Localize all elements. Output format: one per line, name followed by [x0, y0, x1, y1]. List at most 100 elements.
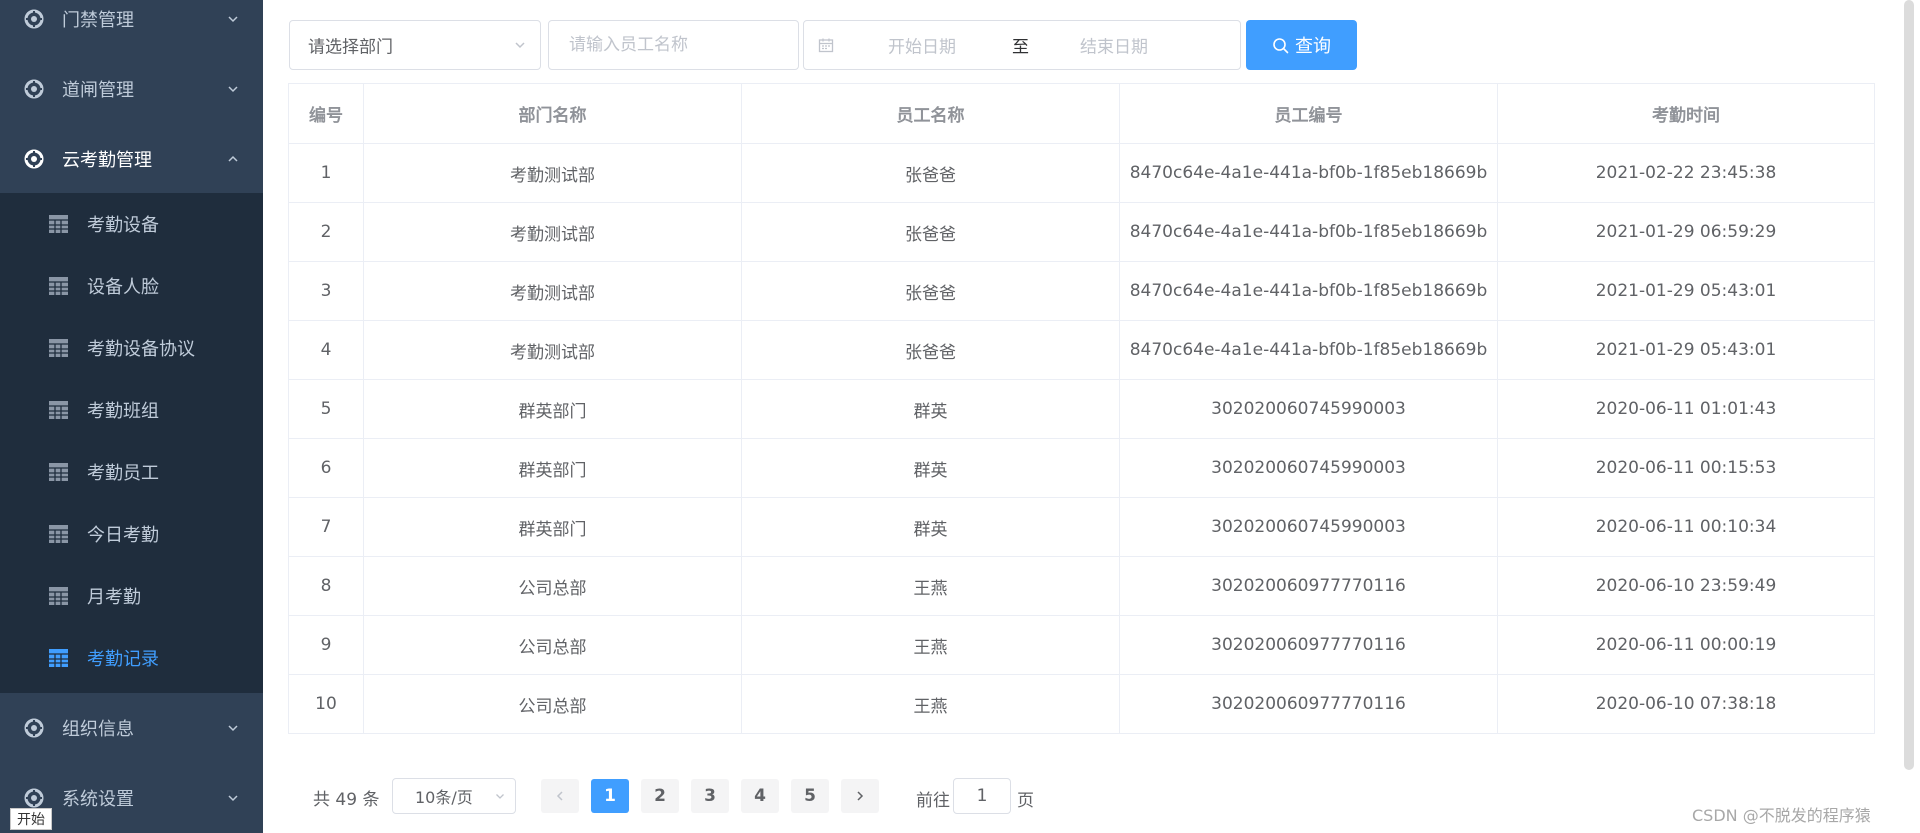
sidebar-item-device-faces[interactable]: 设备人脸	[0, 255, 263, 317]
page-button-1[interactable]: 1	[591, 779, 629, 813]
table-row[interactable]: 1 考勤测试部 张爸爸 8470c64e-4a1e-441a-bf0b-1f85…	[288, 143, 1875, 203]
aperture-icon	[24, 718, 44, 738]
department-select[interactable]: 请选择部门	[289, 20, 541, 70]
sidebar-item-attendance-devices[interactable]: 考勤设备	[0, 193, 263, 255]
column-header-attendance-time: 考勤时间	[1497, 83, 1875, 144]
sidebar-item-label: 今日考勤	[87, 525, 159, 546]
table-row[interactable]: 6 群英部门 群英 302020060745990003 2020-06-11 …	[288, 438, 1875, 498]
menu-label: 组织信息	[62, 719, 134, 740]
menu-label: 道闸管理	[62, 80, 134, 101]
chevron-left-icon	[556, 791, 563, 801]
cell-employee-id: 8470c64e-4a1e-441a-bf0b-1f85eb18669b	[1119, 261, 1498, 321]
menu-cloud-attendance[interactable]: 云考勤管理	[0, 124, 263, 194]
grid-icon	[49, 525, 68, 543]
menu-label: 门禁管理	[62, 10, 134, 31]
page-button-5[interactable]: 5	[791, 779, 829, 813]
sidebar-item-label: 设备人脸	[87, 277, 159, 298]
cell-id: 1	[288, 143, 364, 203]
goto-prefix: 前往	[916, 791, 950, 811]
cell-employee-id: 302020060745990003	[1119, 379, 1498, 439]
cell-id: 5	[288, 379, 364, 439]
grid-icon	[49, 587, 68, 605]
cell-id: 6	[288, 438, 364, 498]
start-button[interactable]: 开始	[10, 808, 52, 830]
query-button-label: 查询	[1295, 36, 1331, 57]
table-row[interactable]: 3 考勤测试部 张爸爸 8470c64e-4a1e-441a-bf0b-1f85…	[288, 261, 1875, 321]
goto-page-input[interactable]: 1	[953, 778, 1011, 814]
table-row[interactable]: 10 公司总部 王燕 302020060977770116 2020-06-10…	[288, 674, 1875, 734]
cell-employee-name: 群英	[741, 497, 1120, 557]
calendar-icon	[818, 38, 834, 53]
cell-attendance-time: 2020-06-10 23:59:49	[1497, 556, 1875, 616]
grid-icon	[49, 401, 68, 419]
cell-employee-id: 302020060745990003	[1119, 497, 1498, 557]
cell-employee-name: 王燕	[741, 556, 1120, 616]
chevron-down-icon	[228, 795, 238, 802]
cell-employee-id: 8470c64e-4a1e-441a-bf0b-1f85eb18669b	[1119, 202, 1498, 262]
sidebar-item-today-attendance[interactable]: 今日考勤	[0, 503, 263, 565]
attendance-submenu: 考勤设备 设备人脸 考勤设备协议 考勤班组 考勤员工 今日考勤 月考勤 考勤记录	[0, 193, 263, 693]
menu-organization-info[interactable]: 组织信息	[0, 693, 263, 763]
next-page-button[interactable]	[841, 779, 879, 813]
table-header-row: 编号 部门名称 员工名称 员工编号 考勤时间	[288, 83, 1875, 144]
cell-attendance-time: 2020-06-11 00:00:19	[1497, 615, 1875, 675]
aperture-icon	[24, 788, 44, 808]
sidebar-item-device-protocol[interactable]: 考勤设备协议	[0, 317, 263, 379]
cell-employee-name: 群英	[741, 438, 1120, 498]
sidebar-item-label: 考勤设备	[87, 215, 159, 236]
aperture-icon	[24, 9, 44, 29]
menu-label: 系统设置	[62, 789, 134, 810]
sidebar-item-label: 月考勤	[87, 587, 141, 608]
cell-employee-name: 王燕	[741, 615, 1120, 675]
sidebar-item-label: 考勤记录	[87, 649, 159, 670]
cell-employee-id: 8470c64e-4a1e-441a-bf0b-1f85eb18669b	[1119, 143, 1498, 203]
chevron-down-icon	[228, 16, 238, 23]
cell-employee-id: 8470c64e-4a1e-441a-bf0b-1f85eb18669b	[1119, 320, 1498, 380]
cell-attendance-time: 2021-02-22 23:45:38	[1497, 143, 1875, 203]
page-button-4[interactable]: 4	[741, 779, 779, 813]
sidebar-item-label: 考勤班组	[87, 401, 159, 422]
sidebar-item-attendance-employees[interactable]: 考勤员工	[0, 441, 263, 503]
sidebar: 门禁管理 道闸管理 云考勤管理 考勤设备 设备人脸 考勤设备协议 考勤班组 考勤…	[0, 0, 263, 833]
cell-department: 考勤测试部	[363, 261, 742, 321]
watermark: CSDN @不脱发的程序猿	[1692, 806, 1871, 825]
cell-attendance-time: 2020-06-10 07:38:18	[1497, 674, 1875, 734]
cell-department: 公司总部	[363, 615, 742, 675]
sidebar-item-monthly-attendance[interactable]: 月考勤	[0, 565, 263, 627]
page-size-select[interactable]: 10条/页	[392, 778, 516, 814]
end-date-input[interactable]: 结束日期	[1080, 33, 1148, 58]
page-size-value: 10条/页	[415, 788, 473, 807]
menu-access-control[interactable]: 门禁管理	[0, 0, 263, 54]
grid-icon	[49, 277, 68, 295]
cell-id: 9	[288, 615, 364, 675]
start-date-input[interactable]: 开始日期	[888, 33, 956, 58]
menu-gate-control[interactable]: 道闸管理	[0, 54, 263, 124]
vertical-scrollbar[interactable]	[1904, 0, 1914, 770]
sidebar-item-label: 考勤设备协议	[87, 339, 195, 360]
employee-name-input[interactable]	[549, 21, 798, 69]
cell-employee-name: 张爸爸	[741, 143, 1120, 203]
table-row[interactable]: 2 考勤测试部 张爸爸 8470c64e-4a1e-441a-bf0b-1f85…	[288, 202, 1875, 262]
query-button[interactable]: 查询	[1246, 20, 1357, 70]
aperture-icon	[24, 149, 44, 169]
table-row[interactable]: 8 公司总部 王燕 302020060977770116 2020-06-10 …	[288, 556, 1875, 616]
sidebar-item-attendance-groups[interactable]: 考勤班组	[0, 379, 263, 441]
sidebar-item-attendance-records[interactable]: 考勤记录	[0, 627, 263, 689]
chevron-right-icon	[857, 791, 864, 801]
table-row[interactable]: 4 考勤测试部 张爸爸 8470c64e-4a1e-441a-bf0b-1f85…	[288, 320, 1875, 380]
table-row[interactable]: 7 群英部门 群英 302020060745990003 2020-06-11 …	[288, 497, 1875, 557]
chevron-down-icon	[228, 725, 238, 732]
table-row[interactable]: 5 群英部门 群英 302020060745990003 2020-06-11 …	[288, 379, 1875, 439]
cell-department: 考勤测试部	[363, 320, 742, 380]
page-button-2[interactable]: 2	[641, 779, 679, 813]
cell-department: 考勤测试部	[363, 143, 742, 203]
date-range-picker[interactable]: 开始日期 至 结束日期	[803, 20, 1241, 70]
cell-employee-name: 张爸爸	[741, 202, 1120, 262]
prev-page-button[interactable]	[541, 779, 579, 813]
cell-employee-id: 302020060977770116	[1119, 615, 1498, 675]
column-header-employee-id: 员工编号	[1119, 83, 1498, 144]
page-button-3[interactable]: 3	[691, 779, 729, 813]
table-row[interactable]: 9 公司总部 王燕 302020060977770116 2020-06-11 …	[288, 615, 1875, 675]
grid-icon	[49, 215, 68, 233]
cell-id: 4	[288, 320, 364, 380]
